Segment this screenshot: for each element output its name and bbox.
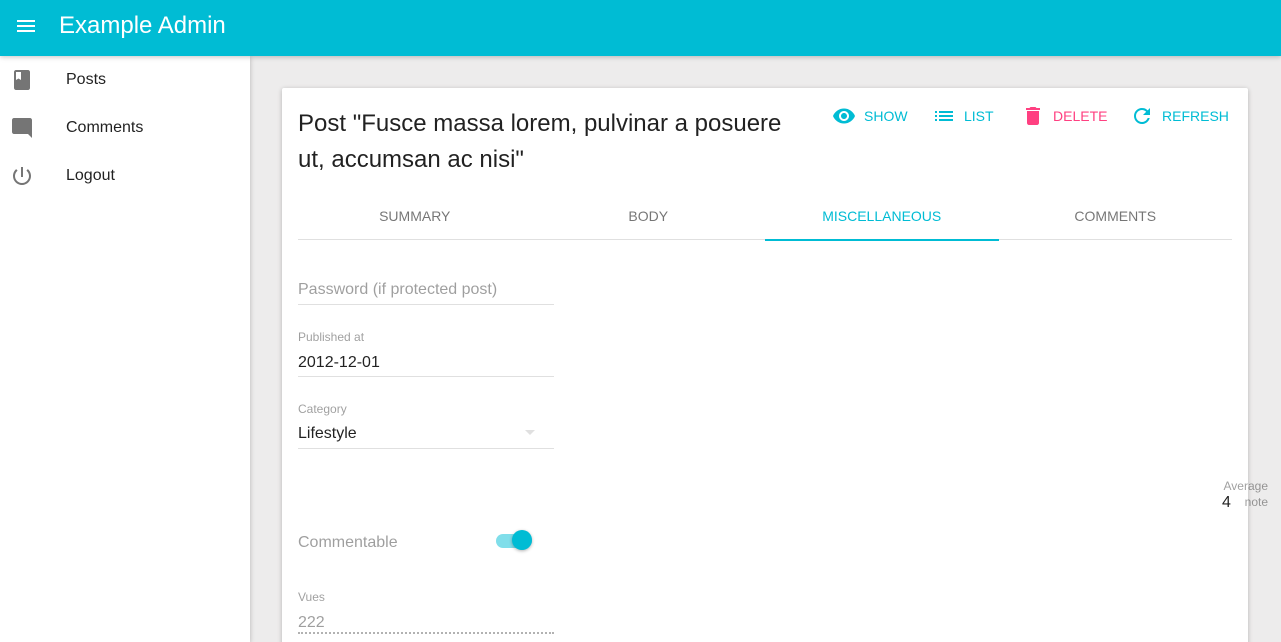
tab-miscellaneous[interactable]: MISCELLANEOUS [765, 192, 999, 241]
published-at-underline [298, 376, 554, 377]
page-title: Post "Fusce massa lorem, pulvinar a posu… [298, 110, 782, 173]
sidebar: Posts Comments Logout [0, 56, 250, 642]
sidebar-item-logout[interactable]: Logout [0, 152, 250, 200]
category-value: Lifestyle [298, 425, 357, 442]
book-icon [10, 68, 34, 92]
tab-bar: SUMMARY BODY MISCELLANEOUS COMMENTS [298, 192, 1233, 241]
tab-summary[interactable]: SUMMARY [298, 192, 532, 240]
category-underline [298, 448, 554, 449]
views-label: Vues [298, 590, 325, 604]
sidebar-item-label: Comments [66, 119, 144, 136]
trash-icon [1026, 107, 1040, 125]
refresh-icon [1134, 108, 1150, 124]
sidebar-item-label: Logout [66, 167, 115, 184]
comment-icon [10, 116, 34, 140]
delete-button-label: DELETE [1053, 108, 1108, 124]
category-label: Category [298, 402, 347, 416]
eye-icon [833, 108, 855, 124]
average-note-value: 4 [1222, 494, 1231, 511]
edit-card: Post "Fusce massa lorem, pulvinar a posu… [282, 88, 1248, 642]
views-value: 222 [298, 614, 325, 631]
list-button-label: LIST [964, 108, 994, 124]
password-field[interactable]: Password (if protected post) [298, 274, 554, 306]
sidebar-item-label: Posts [66, 71, 107, 88]
category-select[interactable]: Category Lifestyle [298, 402, 554, 450]
show-button[interactable]: SHOW [832, 104, 908, 128]
password-placeholder: Password (if protected post) [298, 281, 498, 298]
list-icon [935, 111, 953, 121]
delete-button[interactable]: DELETE [1021, 104, 1107, 128]
password-underline [298, 304, 554, 305]
refresh-button[interactable]: REFRESH [1130, 104, 1229, 128]
refresh-button-label: REFRESH [1162, 108, 1229, 124]
tab-body[interactable]: BODY [532, 192, 766, 240]
power-icon [10, 164, 34, 188]
commentable-toggle[interactable] [512, 530, 532, 550]
published-at-value: 2012-12-01 [298, 354, 380, 371]
views-underline [298, 632, 554, 634]
sidebar-item-comments[interactable]: Comments [0, 104, 250, 152]
published-at-label: Published at [298, 330, 365, 344]
dropdown-arrow-icon [518, 420, 542, 444]
app-title: Example Admin [59, 12, 226, 39]
commentable-label: Commentable [298, 534, 398, 551]
sidebar-item-posts[interactable]: Posts [0, 56, 250, 104]
views-field: Vues 222 [298, 590, 554, 638]
published-at-field[interactable]: Published at 2012-12-01 [298, 330, 554, 378]
menu-icon[interactable] [14, 14, 38, 38]
list-button[interactable]: LIST [932, 104, 994, 128]
show-button-label: SHOW [864, 108, 908, 124]
app-bar: Example Admin [0, 0, 1281, 56]
tab-comments[interactable]: COMMENTS [999, 192, 1233, 240]
